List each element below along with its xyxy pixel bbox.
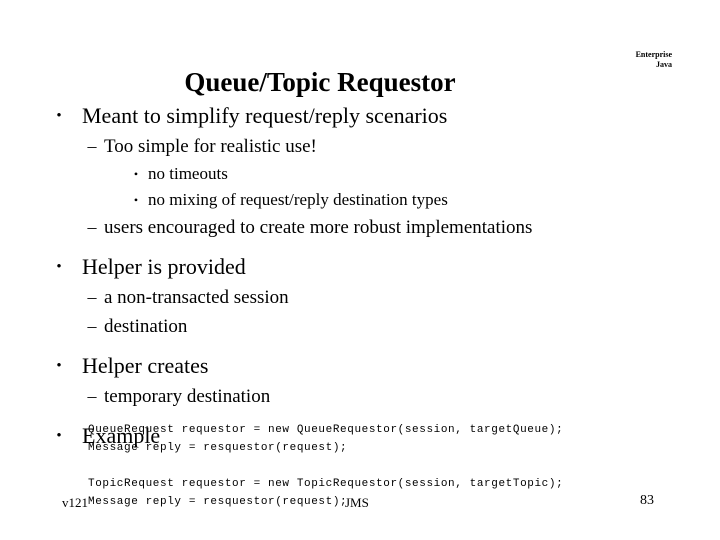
- bullet-item-level-2: – a non-transacted session: [0, 283, 720, 312]
- bullet-marker-icon: •: [56, 108, 62, 124]
- bullet-item-label: no mixing of request/reply destination t…: [148, 190, 448, 209]
- bullet-item-level-2: – Too simple for realistic use!: [0, 132, 720, 161]
- code-line: TopicRequest requestor = new TopicReques…: [88, 478, 564, 490]
- bullet-item-level-2: – users encouraged to create more robust …: [0, 213, 720, 242]
- bullet-item-label: no timeouts: [148, 164, 228, 183]
- bullet-item-label: temporary destination: [104, 386, 271, 407]
- dash-marker-icon: –: [87, 287, 97, 307]
- bullet-item-level-3: • no timeouts: [0, 161, 720, 187]
- bullet-item-label: a non-transacted session: [104, 287, 289, 308]
- bullet-list: • Meant to simplify request/reply scenari…: [0, 100, 720, 452]
- page-title: Queue/Topic Requestor: [184, 67, 456, 98]
- brand-logo-line-2: Java: [656, 60, 672, 69]
- bullet-item-level-1: • Meant to simplify request/reply scenari…: [0, 100, 720, 132]
- bullet-marker-icon: •: [56, 358, 62, 374]
- brand-logo: Enterprise Java: [592, 50, 672, 70]
- bullet-item-level-1: • Helper is provided: [0, 251, 720, 283]
- slide-canvas: Queue/Topic Requestor Enterprise Java • M…: [0, 0, 720, 540]
- bullet-item-label: Helper creates: [82, 353, 209, 378]
- bullet-item-level-2: – destination: [0, 312, 720, 341]
- bullet-item-label: Helper is provided: [82, 254, 246, 279]
- bullet-item-label: users encouraged to create more robust i…: [104, 217, 533, 238]
- dash-marker-icon: –: [87, 217, 97, 237]
- code-line: Message reply = resquestor(request);: [88, 496, 348, 508]
- bullet-marker-icon: •: [133, 193, 139, 207]
- dash-marker-icon: –: [87, 136, 97, 156]
- bullet-marker-icon: •: [133, 167, 139, 181]
- bullet-marker-icon: •: [56, 428, 62, 444]
- bullet-item-label: Too simple for realistic use!: [104, 136, 317, 157]
- dash-marker-icon: –: [87, 386, 97, 406]
- footer-page-number: 83: [640, 493, 654, 508]
- bullet-marker-icon: •: [56, 259, 62, 275]
- bullet-item-level-1: • Helper creates: [0, 350, 720, 382]
- bullet-item-level-2: – temporary destination: [0, 382, 720, 411]
- code-example-block: QueueRequest requestor = new QueueReques…: [88, 421, 563, 511]
- bullet-item-label: destination: [104, 316, 188, 337]
- footer-topic-label: JMS: [345, 495, 369, 510]
- footer-version-label: v121: [62, 495, 88, 510]
- dash-marker-icon: –: [87, 316, 97, 336]
- bullet-spacer: [0, 242, 720, 251]
- bullet-item-label: Meant to simplify request/reply scenario…: [82, 103, 448, 128]
- bullet-spacer: [0, 411, 720, 420]
- bullet-spacer: [0, 341, 720, 350]
- code-line: Message reply = resquestor(request);: [88, 442, 348, 454]
- code-line: QueueRequest requestor = new QueueReques…: [88, 424, 564, 436]
- bullet-item-level-3: • no mixing of request/reply destination …: [0, 187, 720, 213]
- brand-logo-line-1: Enterprise: [635, 50, 672, 59]
